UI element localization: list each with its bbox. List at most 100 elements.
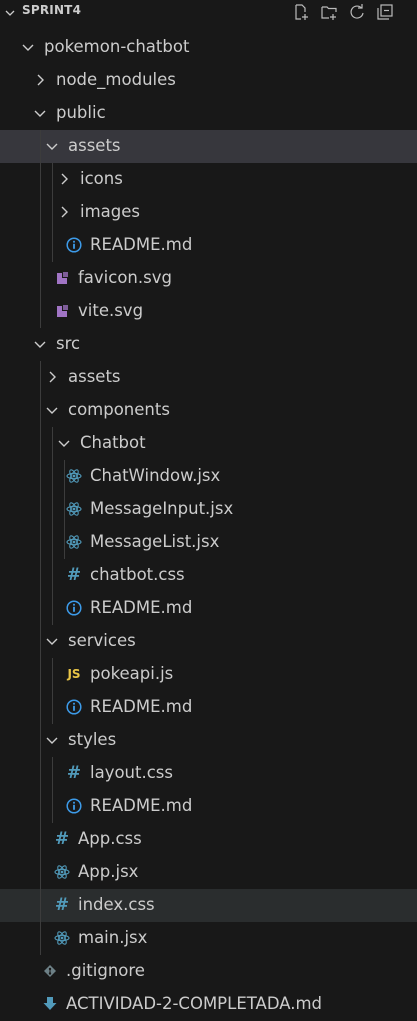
explorer-actions bbox=[290, 1, 396, 23]
tree-item-label: Chatbot bbox=[80, 433, 146, 452]
tree-item-label: images bbox=[80, 202, 140, 221]
indent-guide bbox=[40, 658, 41, 691]
chevron-right-icon[interactable] bbox=[56, 171, 72, 187]
chevron-down-icon[interactable] bbox=[32, 336, 48, 352]
indent-guide bbox=[40, 625, 41, 658]
chevron-right-icon[interactable] bbox=[44, 369, 60, 385]
tree-item-label: src bbox=[56, 334, 81, 353]
tree-item-label: main.jsx bbox=[78, 928, 148, 947]
tree-folder-row[interactable]: public bbox=[0, 97, 417, 130]
tree-file-row[interactable]: ChatWindow.jsx bbox=[0, 460, 417, 493]
css-hash-icon: # bbox=[66, 763, 82, 783]
tree-folder-row[interactable]: src bbox=[0, 328, 417, 361]
indent-guide bbox=[40, 130, 41, 163]
tree-file-row[interactable]: MessageList.jsx bbox=[0, 526, 417, 559]
download-arrow-icon bbox=[42, 996, 58, 1012]
tree-folder-row[interactable]: services bbox=[0, 625, 417, 658]
indent-guide bbox=[52, 757, 53, 790]
tree-folder-row[interactable]: Chatbot bbox=[0, 427, 417, 460]
refresh-icon[interactable] bbox=[346, 1, 368, 23]
tree-folder-row[interactable]: assets bbox=[0, 130, 417, 163]
tree-file-row[interactable]: MessageInput.jsx bbox=[0, 493, 417, 526]
tree-folder-row[interactable]: assets bbox=[0, 361, 417, 394]
chevron-down-icon[interactable] bbox=[44, 138, 60, 154]
indent-guide bbox=[64, 526, 65, 559]
tree-file-row[interactable]: README.md bbox=[0, 790, 417, 823]
indent-guide bbox=[52, 427, 53, 460]
tree-item-label: ChatWindow.jsx bbox=[90, 466, 221, 485]
tree-file-row[interactable]: # index.css bbox=[0, 889, 417, 922]
tree-file-row[interactable]: ACTIVIDAD-2-COMPLETADA.md bbox=[0, 988, 417, 1021]
tree-folder-row[interactable]: pokemon-chatbot bbox=[0, 31, 417, 64]
svg-file-icon bbox=[54, 303, 70, 319]
chevron-down-icon[interactable] bbox=[4, 4, 16, 16]
tree-file-row[interactable]: .gitignore bbox=[0, 955, 417, 988]
tree-item-label: pokeapi.js bbox=[90, 664, 174, 683]
tree-item-label: MessageInput.jsx bbox=[90, 499, 234, 518]
chevron-down-icon[interactable] bbox=[44, 633, 60, 649]
tree-folder-row[interactable]: node_modules bbox=[0, 64, 417, 97]
tree-file-row[interactable]: JS pokeapi.js bbox=[0, 658, 417, 691]
chevron-down-icon[interactable] bbox=[44, 402, 60, 418]
tree-file-row[interactable]: vite.svg bbox=[0, 295, 417, 328]
indent-guide bbox=[52, 196, 53, 229]
tree-item-label: chatbot.css bbox=[90, 565, 185, 584]
tree-file-row[interactable]: favicon.svg bbox=[0, 262, 417, 295]
tree-folder-row[interactable]: components bbox=[0, 394, 417, 427]
indent-guide bbox=[40, 790, 41, 823]
info-icon bbox=[66, 600, 82, 616]
react-icon bbox=[54, 864, 70, 880]
indent-guide bbox=[40, 889, 41, 922]
explorer-header[interactable]: SPRINT4 bbox=[0, 0, 417, 26]
tree-folder-row[interactable]: icons bbox=[0, 163, 417, 196]
new-file-icon[interactable] bbox=[290, 1, 312, 23]
indent-guide bbox=[40, 361, 41, 394]
indent-guide bbox=[52, 460, 53, 493]
tree-file-row[interactable]: README.md bbox=[0, 592, 417, 625]
chevron-down-icon[interactable] bbox=[32, 105, 48, 121]
tree-item-label: ACTIVIDAD-2-COMPLETADA.md bbox=[66, 994, 323, 1013]
tree-item-label: README.md bbox=[90, 598, 193, 617]
tree-item-label: components bbox=[68, 400, 170, 419]
tree-item-label: App.jsx bbox=[78, 862, 139, 881]
indent-guide bbox=[52, 526, 53, 559]
tree-folder-row[interactable]: images bbox=[0, 196, 417, 229]
indent-guide bbox=[40, 493, 41, 526]
indent-guide bbox=[52, 559, 53, 592]
indent-guide bbox=[40, 856, 41, 889]
chevron-down-icon[interactable] bbox=[20, 39, 36, 55]
css-hash-icon: # bbox=[66, 565, 82, 585]
indent-guide bbox=[40, 922, 41, 955]
tree-file-row[interactable]: App.jsx bbox=[0, 856, 417, 889]
tree-file-row[interactable]: README.md bbox=[0, 691, 417, 724]
indent-guide bbox=[40, 295, 41, 328]
tree-file-row[interactable]: main.jsx bbox=[0, 922, 417, 955]
tree-file-row[interactable]: # App.css bbox=[0, 823, 417, 856]
tree-file-row[interactable]: README.md bbox=[0, 229, 417, 262]
tree-item-label: public bbox=[56, 103, 106, 122]
collapse-all-icon[interactable] bbox=[374, 1, 396, 23]
new-folder-icon[interactable] bbox=[318, 1, 340, 23]
indent-guide bbox=[40, 757, 41, 790]
tree-item-label: .gitignore bbox=[66, 961, 145, 980]
chevron-down-icon[interactable] bbox=[44, 732, 60, 748]
indent-guide bbox=[52, 790, 53, 823]
tree-file-row[interactable]: # layout.css bbox=[0, 757, 417, 790]
tree-item-label: services bbox=[68, 631, 136, 650]
info-icon bbox=[66, 237, 82, 253]
tree-item-label: assets bbox=[68, 136, 121, 155]
chevron-right-icon[interactable] bbox=[56, 204, 72, 220]
tree-item-label: README.md bbox=[90, 235, 193, 254]
tree-folder-row[interactable]: styles bbox=[0, 724, 417, 757]
react-icon bbox=[66, 468, 82, 484]
indent-guide bbox=[40, 163, 41, 196]
tree-file-row[interactable]: # chatbot.css bbox=[0, 559, 417, 592]
indent-guide bbox=[40, 394, 41, 427]
svg-file-icon bbox=[54, 270, 70, 286]
indent-guide bbox=[64, 493, 65, 526]
chevron-down-icon[interactable] bbox=[56, 435, 72, 451]
tree-item-label: README.md bbox=[90, 697, 193, 716]
tree-item-label: icons bbox=[80, 169, 123, 188]
indent-guide bbox=[52, 163, 53, 196]
chevron-right-icon[interactable] bbox=[32, 72, 48, 88]
